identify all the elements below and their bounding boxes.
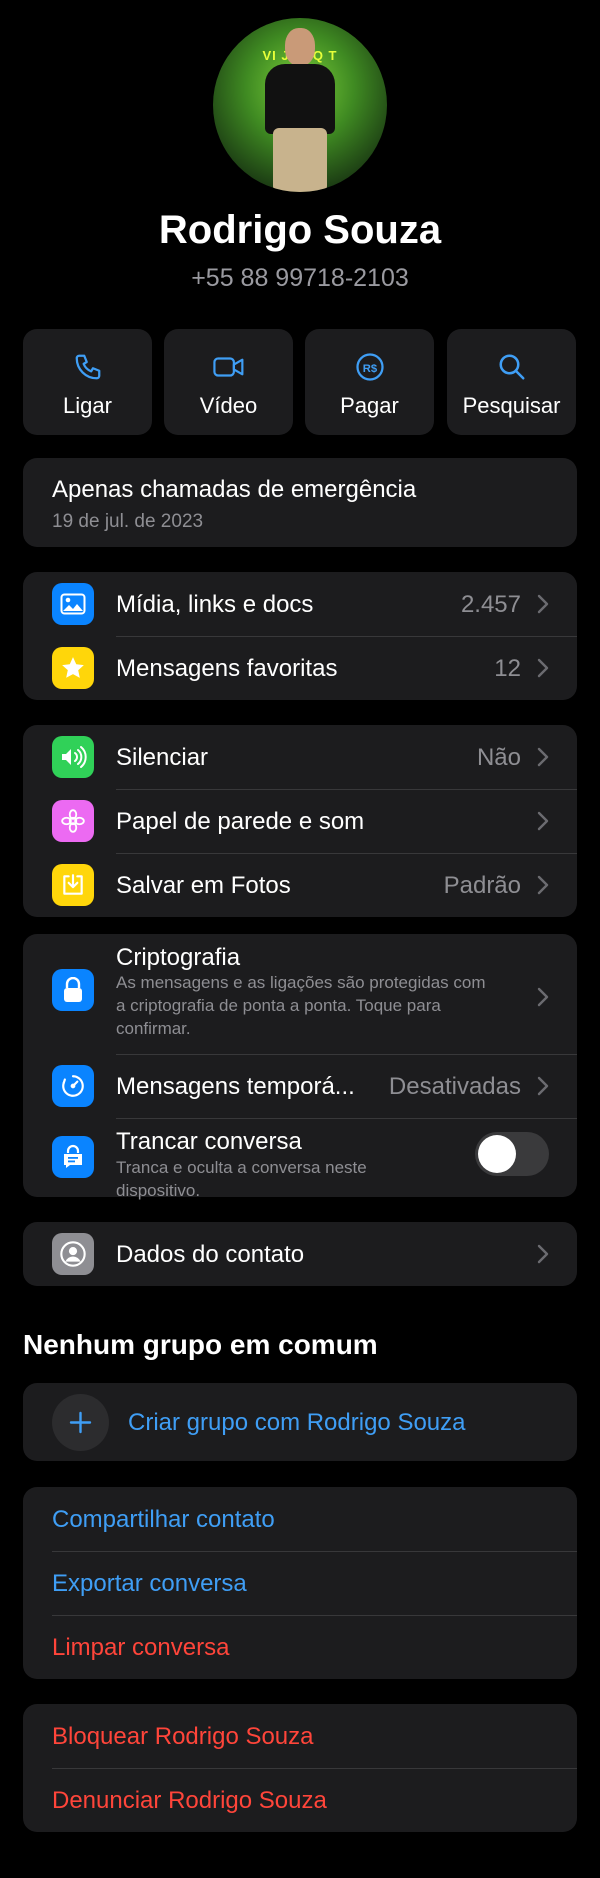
starred-label: Mensagens favoritas [116, 655, 338, 682]
divider [52, 1615, 577, 1616]
chevron-right-icon [537, 594, 549, 614]
starred-messages-row[interactable]: Mensagens favoritas 12 [23, 636, 577, 700]
toggle-knob [478, 1135, 516, 1173]
report-contact-button[interactable]: Denunciar Rodrigo Souza [52, 1787, 327, 1815]
wallpaper-sound-row[interactable]: Papel de parede e som [23, 789, 577, 853]
mute-row[interactable]: Silenciar Não [23, 725, 577, 789]
disappearing-label: Mensagens temporá... [116, 1073, 355, 1100]
plus-icon [52, 1394, 109, 1451]
photo-person-body [265, 64, 335, 134]
contact-person-icon [52, 1233, 94, 1275]
disappearing-messages-row[interactable]: Mensagens temporá... Desativadas [23, 1054, 577, 1118]
profile-photo[interactable]: VI J FAQ T [213, 18, 387, 192]
encryption-title: Criptografia [116, 944, 241, 971]
media-label: Mídia, links e docs [116, 591, 314, 618]
video-button[interactable]: Vídeo [164, 329, 293, 435]
encryption-row[interactable]: Criptografia As mensagens e as ligações … [23, 934, 577, 1054]
wallpaper-label: Papel de parede e som [116, 808, 365, 835]
chevron-right-icon [537, 747, 549, 767]
divider [52, 1551, 577, 1552]
contact-details-label: Dados do contato [116, 1241, 305, 1268]
lock-chat-desc-line2: dispositivo. [116, 1181, 201, 1200]
svg-text:R$: R$ [362, 363, 377, 375]
lock-chat-row: Trancar conversa Tranca e oculta a conve… [23, 1118, 577, 1200]
privacy-card: Criptografia As mensagens e as ligações … [23, 934, 577, 1200]
search-button[interactable]: Pesquisar [447, 329, 576, 435]
search-icon [499, 354, 524, 380]
timer-icon [52, 1065, 94, 1107]
photo-person-legs [273, 128, 327, 192]
video-icon [212, 357, 243, 377]
status-text: Apenas chamadas de emergência [52, 476, 417, 503]
settings-card: Silenciar Não Papel de parede e som Salv… [23, 725, 577, 917]
flower-icon [52, 800, 94, 842]
chevron-right-icon [537, 1244, 549, 1264]
starred-count: 12 [494, 655, 521, 682]
pay-button[interactable]: R$ Pagar [305, 329, 434, 435]
chevron-right-icon [537, 811, 549, 831]
media-links-docs-row[interactable]: Mídia, links e docs 2.457 [23, 572, 577, 636]
pay-icon: R$ [355, 353, 384, 381]
encryption-desc-line3: confirmar. [116, 1019, 191, 1038]
export-chat-button[interactable]: Exportar conversa [52, 1570, 247, 1598]
chevron-right-icon [537, 1076, 549, 1096]
block-contact-button[interactable]: Bloquear Rodrigo Souza [52, 1723, 314, 1751]
clear-chat-button[interactable]: Limpar conversa [52, 1634, 229, 1662]
photo-person-head [285, 28, 315, 66]
share-contact-button[interactable]: Compartilhar contato [52, 1506, 275, 1534]
lock-icon [52, 969, 94, 1011]
lock-chat-title: Trancar conversa [116, 1128, 302, 1155]
status-date: 19 de jul. de 2023 [52, 511, 204, 532]
create-group-card[interactable]: Criar grupo com Rodrigo Souza [23, 1383, 577, 1461]
save-to-photos-row[interactable]: Salvar em Fotos Padrão [23, 853, 577, 917]
pay-label: Pagar [340, 393, 399, 418]
chevron-right-icon [537, 987, 549, 1007]
status-card[interactable]: Apenas chamadas de emergência 19 de jul.… [23, 458, 577, 547]
lock-chat-toggle[interactable] [475, 1132, 549, 1176]
photo-icon [52, 583, 94, 625]
call-button[interactable]: Ligar [23, 329, 152, 435]
contact-phone: +55 88 99718-2103 [191, 264, 409, 292]
lock-chat-icon [52, 1136, 94, 1178]
media-card: Mídia, links e docs 2.457 Mensagens favo… [23, 572, 577, 700]
phone-icon [75, 354, 100, 380]
speaker-icon [52, 736, 94, 778]
mute-label: Silenciar [116, 744, 209, 771]
star-icon [52, 647, 94, 689]
disappearing-value: Desativadas [388, 1073, 521, 1100]
video-label: Vídeo [199, 393, 258, 418]
mute-value: Não [476, 744, 521, 771]
encryption-desc-line1: As mensagens e as ligações são protegida… [116, 973, 486, 992]
lock-chat-desc-line1: Tranca e oculta a conversa neste [116, 1158, 367, 1177]
encryption-desc-line2: a criptografia de ponta a ponta. Toque p… [116, 996, 441, 1015]
download-icon [52, 864, 94, 906]
create-group-label: Criar grupo com Rodrigo Souza [128, 1409, 466, 1436]
options-card: Compartilhar contato Exportar conversa L… [23, 1487, 577, 1679]
save-photos-label: Salvar em Fotos [116, 872, 291, 899]
groups-heading: Nenhum grupo em comum [23, 1329, 378, 1360]
save-photos-value: Padrão [443, 872, 521, 899]
divider [52, 1768, 577, 1769]
chevron-right-icon [537, 658, 549, 678]
contact-name: Rodrigo Souza [158, 208, 442, 252]
call-label: Ligar [63, 393, 112, 418]
chevron-right-icon [537, 875, 549, 895]
media-count: 2.457 [460, 591, 521, 618]
contact-details-card[interactable]: Dados do contato [23, 1222, 577, 1286]
search-label: Pesquisar [462, 393, 561, 418]
danger-card: Bloquear Rodrigo Souza Denunciar Rodrigo… [23, 1704, 577, 1832]
